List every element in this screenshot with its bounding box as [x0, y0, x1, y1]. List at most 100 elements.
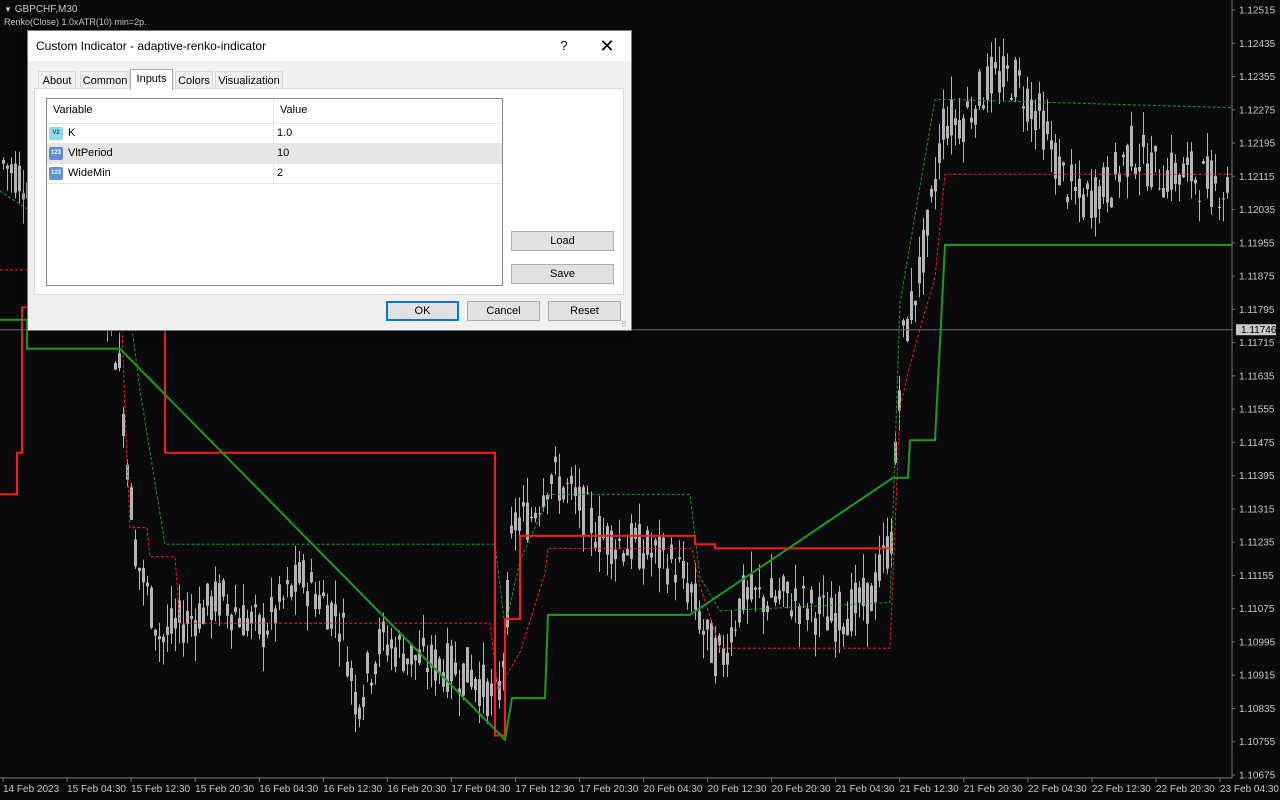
input-row-vltperiod[interactable]: 123 VltPeriod 10 — [47, 144, 502, 164]
candle-body — [686, 583, 689, 603]
candle-body — [1134, 167, 1137, 175]
candle-body — [1182, 163, 1185, 178]
candle-body — [918, 256, 921, 284]
candle-body — [618, 538, 621, 541]
candle-body — [118, 353, 121, 368]
resize-grip-icon[interactable]: ⠿ — [621, 320, 629, 329]
help-button[interactable]: ? — [554, 36, 574, 56]
candle-body — [310, 572, 313, 583]
candle-body — [1122, 154, 1125, 158]
input-value[interactable]: 1.0 — [277, 127, 292, 139]
candle — [646, 526, 649, 560]
save-button[interactable]: Save — [511, 264, 614, 284]
candle — [1110, 196, 1113, 209]
candle-body — [202, 607, 205, 624]
dialog-titlebar[interactable]: Custom Indicator - adaptive-renko-indica… — [28, 31, 631, 61]
candle-body — [302, 560, 305, 588]
candle-body — [810, 589, 813, 604]
candle-body — [1170, 152, 1173, 190]
candle-body — [1202, 161, 1205, 164]
candle-body — [914, 300, 917, 306]
candle-body — [998, 71, 1001, 93]
candle-body — [1030, 99, 1033, 119]
candle-body — [834, 613, 837, 642]
candle-body — [406, 658, 409, 665]
input-value[interactable]: 10 — [277, 147, 289, 159]
candle-body — [910, 291, 913, 321]
candle-body — [566, 482, 569, 484]
column-variable[interactable]: Variable — [53, 104, 93, 116]
candle-body — [1042, 110, 1045, 150]
price-tick-label: 1.12115 — [1239, 172, 1275, 183]
candle-body — [366, 652, 369, 674]
candle-body — [410, 644, 413, 665]
candle-body — [654, 540, 657, 546]
tab-colors[interactable]: Colors — [175, 71, 213, 89]
candle — [466, 646, 469, 683]
candle-body — [262, 617, 265, 648]
candle-body — [1206, 156, 1209, 189]
candle-body — [1058, 156, 1061, 186]
candle-body — [274, 608, 277, 624]
price-tick-label: 1.11315 — [1239, 504, 1275, 515]
candle — [978, 68, 981, 110]
time-tick-label: 22 Feb 04:30 — [1028, 784, 1087, 795]
candle-body — [226, 604, 229, 616]
candle-body — [798, 605, 801, 625]
candle-body — [1086, 183, 1089, 190]
double-type-icon: V2 — [49, 127, 63, 140]
tab-about[interactable]: About — [38, 71, 76, 89]
candle-body — [162, 636, 165, 643]
candle-body — [682, 560, 685, 579]
load-button[interactable]: Load — [511, 231, 614, 251]
price-tick-label: 1.12515 — [1239, 6, 1276, 17]
candle-body — [850, 589, 853, 632]
tab-inputs[interactable]: Inputs — [130, 69, 173, 90]
candle-body — [770, 578, 773, 598]
candle-body — [234, 607, 237, 613]
tab-visualization[interactable]: Visualization — [215, 71, 283, 89]
candle-body — [822, 595, 825, 598]
chevron-down-icon[interactable]: ▼ — [4, 5, 12, 14]
candle-body — [358, 707, 361, 720]
candle-body — [250, 611, 253, 624]
input-row-k[interactable]: V2 K 1.0 — [47, 124, 502, 144]
candle-body — [938, 143, 941, 163]
candle-body — [290, 585, 293, 597]
price-tick-label: 1.11475 — [1239, 438, 1275, 449]
cancel-button[interactable]: Cancel — [467, 301, 540, 321]
time-tick-label: 17 Feb 20:30 — [579, 784, 638, 795]
candle-body — [550, 474, 553, 485]
input-value[interactable]: 2 — [277, 167, 283, 179]
candle-body — [586, 492, 589, 494]
candle-body — [1074, 186, 1077, 191]
candle-body — [222, 580, 225, 597]
chart-symbol: GBPCHF,M30 — [14, 4, 78, 15]
candle-body — [1142, 134, 1145, 147]
candle-body — [14, 163, 17, 193]
close-button[interactable]: ✕ — [592, 33, 622, 59]
candle-body — [678, 557, 681, 560]
candle-body — [786, 581, 789, 594]
candle-body — [842, 626, 845, 635]
candle-body — [294, 564, 297, 592]
ok-button[interactable]: OK — [386, 301, 459, 321]
candle-body — [982, 105, 985, 109]
inputs-grid[interactable]: Variable Value V2 K 1.0 123 VltPeriod 10… — [46, 98, 503, 286]
candle-body — [402, 653, 405, 672]
candle-body — [966, 101, 969, 108]
candle-body — [826, 616, 829, 631]
candle-body — [946, 125, 949, 139]
candle-body — [338, 633, 341, 642]
price-tick-label: 1.10675 — [1239, 771, 1276, 782]
candle-body — [734, 629, 737, 631]
input-row-widemin[interactable]: 123 WideMin 2 — [47, 164, 502, 184]
candle-body — [490, 683, 493, 697]
column-value[interactable]: Value — [280, 104, 307, 116]
candle — [462, 662, 465, 701]
candle-body — [1102, 167, 1105, 198]
tab-common[interactable]: Common — [80, 71, 130, 89]
candle-body — [874, 572, 877, 603]
reset-button[interactable]: Reset — [548, 301, 621, 321]
time-tick-label: 20 Feb 20:30 — [772, 784, 831, 795]
